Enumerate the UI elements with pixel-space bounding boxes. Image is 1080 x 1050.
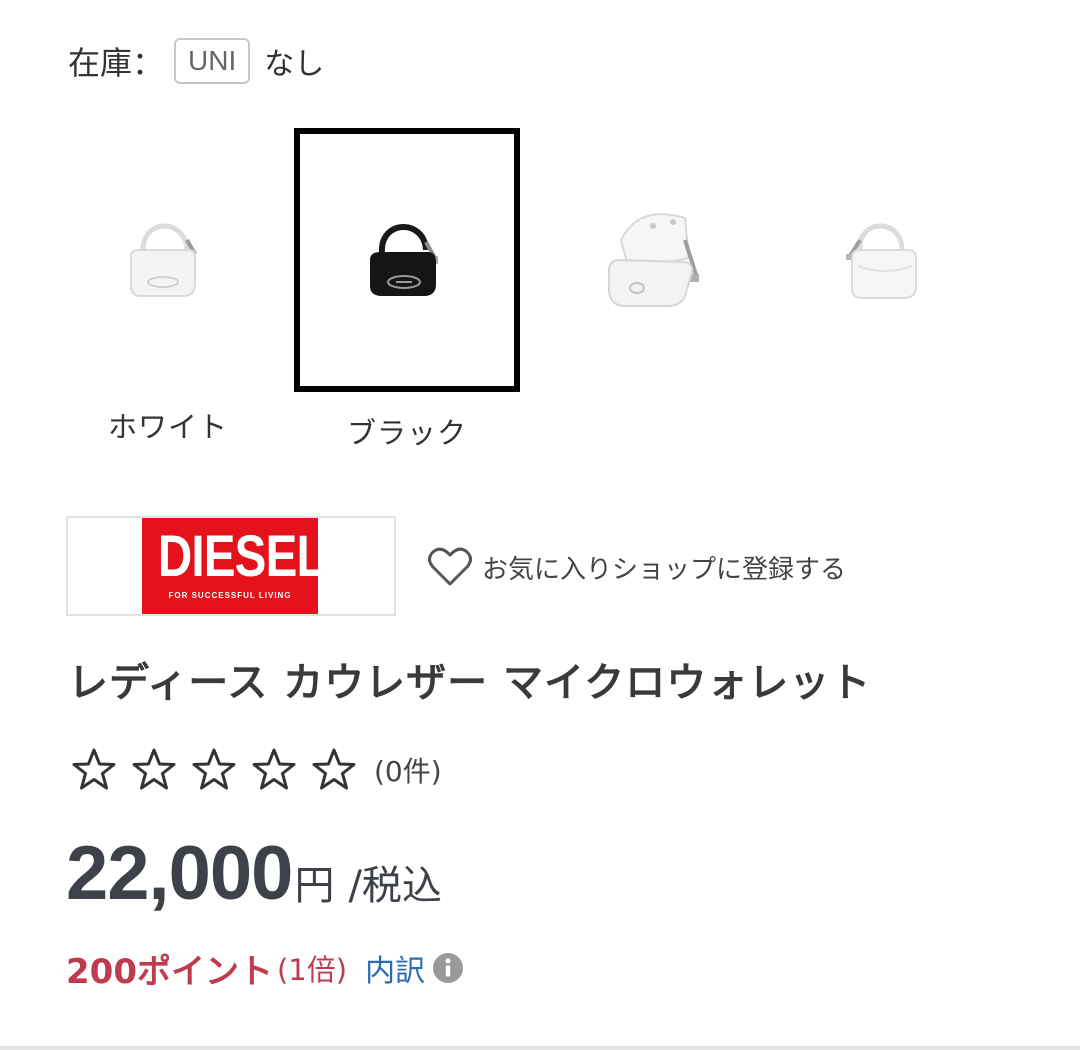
section-divider: [0, 1046, 1080, 1050]
price-value: 22,000: [66, 831, 293, 916]
stock-row: 在庫： UNI なし: [68, 34, 324, 88]
brand-row: DIESEL FOR SUCCESSFUL LIVING お気に入りショップに登…: [66, 516, 966, 616]
color-variant-list: ホワイト ブラック: [55, 128, 1015, 458]
diesel-logo-text: DIESEL: [157, 524, 326, 589]
white-bag-back-icon: [846, 223, 917, 299]
variant-thumb-white[interactable]: ホワイト: [55, 128, 281, 444]
variant-thumb-white-back[interactable]: [768, 128, 994, 392]
review-count[interactable]: (0件): [374, 750, 442, 790]
points-row: 200ポイント (1倍) 内訳: [66, 940, 465, 996]
star-icon: [312, 748, 356, 790]
size-option-uni[interactable]: UNI: [174, 38, 251, 84]
rating-row[interactable]: (0件): [70, 740, 442, 800]
info-icon[interactable]: [431, 951, 465, 985]
star-icon: [252, 748, 296, 790]
product-title: レディース カウレザー マイクロウォレット: [68, 660, 872, 706]
white-bag-open-icon: [608, 213, 699, 307]
stock-label: 在庫：: [68, 44, 165, 82]
points-value: 200ポイント: [66, 951, 273, 992]
price-tax-note: /税込: [348, 863, 442, 909]
star-icon: [192, 748, 236, 790]
price-currency: 円: [294, 863, 335, 909]
variant-label-white: ホワイト: [107, 410, 228, 444]
heart-icon: [428, 547, 472, 586]
black-bag-icon: [370, 224, 438, 296]
points-multiplier: (1倍): [276, 953, 348, 987]
star-icon: [72, 748, 116, 790]
favorite-shop-label: お気に入りショップに登録する: [482, 554, 847, 585]
price-row: 22,000 円 /税込: [66, 830, 442, 917]
variant-thumb-black[interactable]: ブラック: [294, 128, 520, 450]
brand-logo-link[interactable]: DIESEL FOR SUCCESSFUL LIVING: [66, 516, 396, 616]
variant-thumb-white-open[interactable]: [541, 128, 767, 392]
diesel-logo-tagline: FOR SUCCESSFUL LIVING: [168, 591, 292, 600]
star-icon: [132, 748, 176, 790]
points-breakdown-link[interactable]: 内訳: [365, 946, 425, 990]
diesel-logo: DIESEL FOR SUCCESSFUL LIVING: [142, 518, 326, 614]
stock-status: なし: [264, 47, 325, 82]
variant-label-black: ブラック: [346, 416, 467, 450]
favorite-shop-button[interactable]: お気に入りショップに登録する: [428, 544, 846, 590]
white-bag-icon: [130, 223, 197, 297]
